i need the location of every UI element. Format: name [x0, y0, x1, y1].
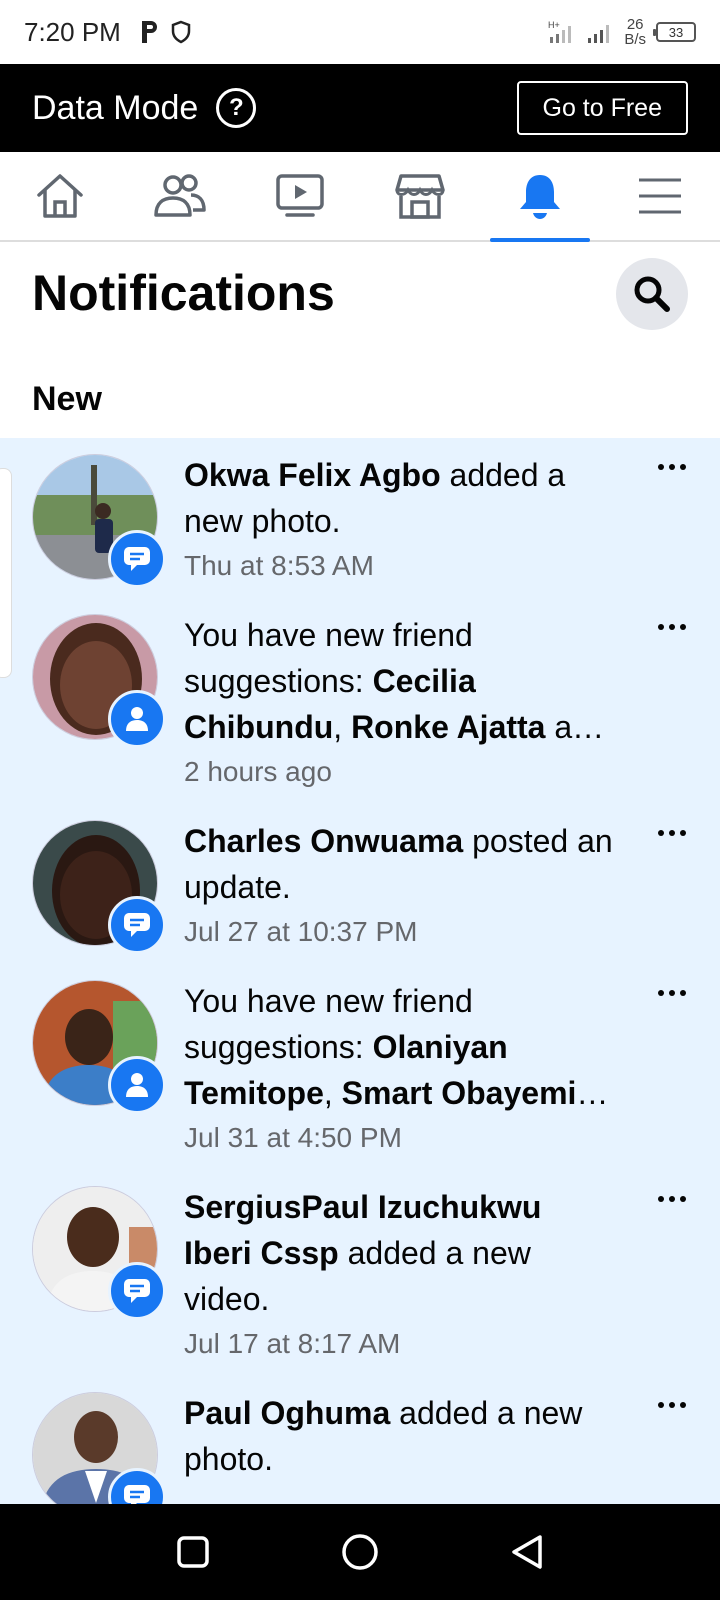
notification-time: Thu at 8:53 AM [184, 550, 374, 581]
notifications-header: Notifications New [0, 242, 720, 438]
more-options-button[interactable] [658, 1196, 686, 1202]
more-options-button[interactable] [658, 830, 686, 836]
home-button-icon[interactable] [341, 1533, 379, 1571]
menu-icon [639, 178, 681, 214]
notification-item[interactable]: SergiusPaul Izuchukwu Iberi Cssp added a… [0, 1170, 720, 1376]
home-icon [37, 174, 83, 218]
comment-badge [108, 530, 166, 588]
watch-icon [276, 174, 324, 217]
notification-time: Jul 27 at 10:37 PM [184, 916, 418, 947]
tab-marketplace[interactable] [360, 152, 480, 240]
notifications-icon [520, 175, 560, 219]
more-options-button[interactable] [658, 624, 686, 630]
section-title-new: New [32, 380, 102, 418]
comment-icon [124, 1485, 150, 1504]
notification-list: Okwa Felix Agbo added a new photo. Thu a… [0, 438, 720, 1504]
svg-text:H+: H+ [548, 20, 560, 30]
back-icon[interactable] [510, 1534, 544, 1570]
data-mode-title: Data Mode [32, 88, 199, 127]
signal-bars-icon [588, 25, 610, 43]
network-speed: 26 B/s [624, 16, 646, 48]
notification-text: You have new friend suggestions: Olaniya… [184, 978, 614, 1160]
notification-item[interactable]: Charles Onwuama posted an update. Jul 27… [0, 804, 720, 964]
notification-text: You have new friend suggestions: Cecilia… [184, 612, 614, 794]
person-badge [108, 690, 166, 748]
friends-icon [154, 174, 206, 217]
notification-item[interactable]: Okwa Felix Agbo added a new photo. Thu a… [0, 438, 720, 598]
system-nav-bar [0, 1504, 720, 1600]
notification-text: Charles Onwuama posted an update. Jul 27… [184, 818, 614, 954]
tab-home[interactable] [0, 152, 120, 240]
comment-icon [124, 913, 150, 937]
notification-item[interactable]: You have new friend suggestions: Cecilia… [0, 598, 720, 804]
notification-text: SergiusPaul Izuchukwu Iberi Cssp added a… [184, 1184, 614, 1366]
search-icon [634, 276, 670, 312]
more-options-button[interactable] [658, 1402, 686, 1408]
comment-badge [108, 1262, 166, 1320]
notification-text: Okwa Felix Agbo added a new photo. Thu a… [184, 452, 614, 588]
tab-notifications[interactable] [480, 152, 600, 242]
status-time: 7:20 PM [24, 16, 121, 47]
more-options-button[interactable] [658, 464, 686, 470]
status-bar: 7:20 PM H+ 26 B/s 33 [0, 0, 720, 64]
main-nav [0, 152, 720, 242]
shield-icon [171, 20, 191, 44]
parking-app-icon [141, 21, 157, 43]
notification-time: Jul 31 at 4:50 PM [184, 1122, 402, 1153]
page-title: Notifications [32, 265, 335, 321]
help-icon[interactable]: ? [216, 88, 257, 128]
comment-badge [108, 896, 166, 954]
comment-icon [124, 1279, 150, 1303]
tab-friends[interactable] [120, 152, 240, 240]
notification-time: Jul 17 at 8:17 AM [184, 1328, 401, 1359]
signal-h-plus-icon: H+ [548, 20, 572, 43]
comment-icon [124, 547, 150, 571]
search-button[interactable] [616, 258, 688, 330]
person-icon [126, 1073, 148, 1097]
person-badge [108, 1056, 166, 1114]
notification-item[interactable]: Paul Oghuma added a new photo. [0, 1376, 720, 1504]
tab-menu[interactable] [600, 152, 720, 240]
more-options-button[interactable] [658, 990, 686, 996]
notification-time: 2 hours ago [184, 756, 332, 787]
battery-icon: 33 [653, 22, 696, 42]
recent-apps-icon[interactable] [176, 1535, 210, 1569]
notification-text: Paul Oghuma added a new photo. [184, 1395, 583, 1477]
marketplace-icon [395, 174, 445, 219]
go-to-free-button[interactable]: Go to Free [516, 81, 688, 135]
tab-watch[interactable] [240, 152, 360, 240]
person-icon [126, 707, 148, 731]
data-mode-bar: Data Mode ? Go to Free [0, 64, 720, 152]
notification-item[interactable]: You have new friend suggestions: Olaniya… [0, 964, 720, 1170]
